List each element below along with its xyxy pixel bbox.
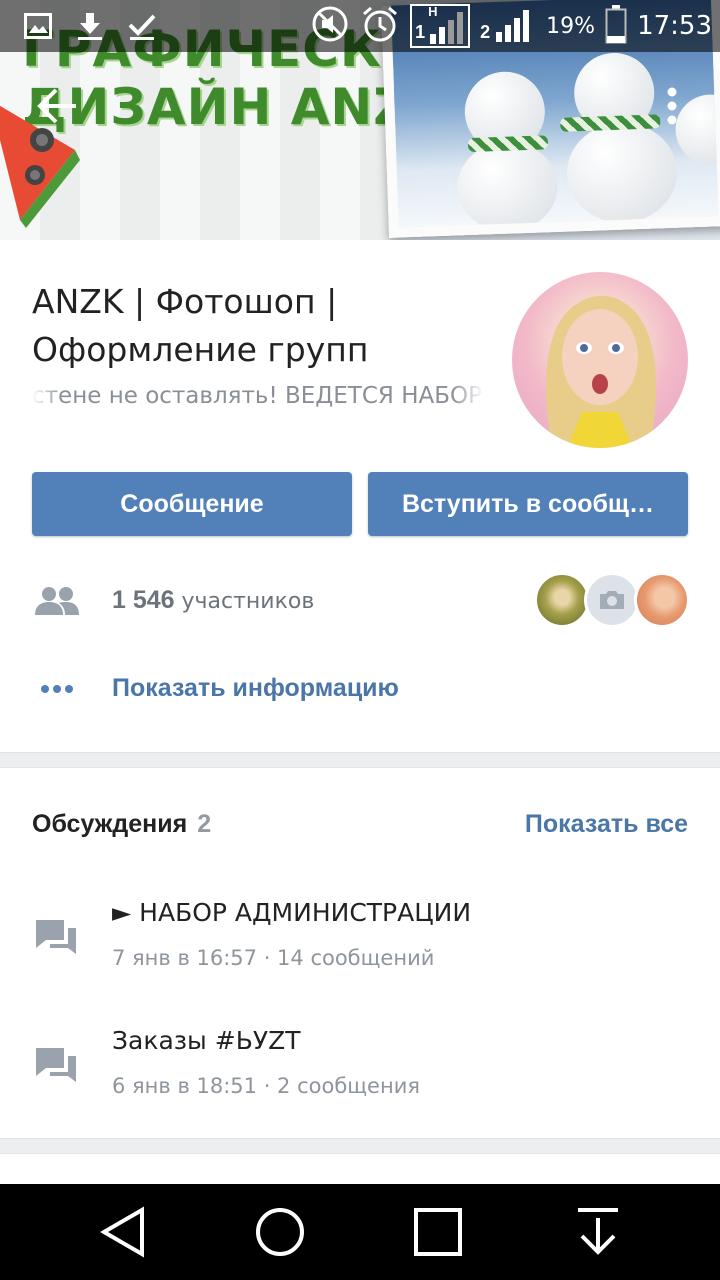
image-icon [22, 10, 54, 42]
nav-back-button[interactable] [92, 1204, 152, 1260]
more-vertical-icon [667, 87, 677, 125]
signal-icon: H 1 [410, 4, 471, 48]
camera-icon [600, 591, 624, 609]
mute-icon [310, 4, 350, 49]
member-avatar[interactable] [634, 572, 690, 628]
triangle-back-icon [100, 1206, 144, 1258]
topic-title: ► НАБОР АДМИНИСТРАЦИИ [112, 898, 472, 927]
message-button[interactable]: Сообщение [32, 472, 352, 536]
battery-percent: 19% [546, 13, 596, 39]
discussions-header: Обсуждения 2 [32, 810, 211, 839]
download-icon [74, 10, 106, 42]
show-info-row[interactable]: Показать информацию [0, 660, 720, 720]
member-avatar[interactable] [534, 572, 590, 628]
group-status: стене не оставлять! ВЕДЕТСЯ НАБОР [32, 383, 482, 409]
members-label: участников [181, 589, 315, 614]
join-community-button[interactable]: Вступить в сообщ… [368, 472, 688, 536]
battery-icon [605, 4, 627, 49]
more-horizontal-icon [41, 685, 73, 693]
show-info-link[interactable]: Показать информацию [112, 674, 399, 703]
show-all-discussions-link[interactable]: Показать все [525, 810, 688, 839]
clock: 17:53 [637, 11, 712, 41]
members-count: 1 546 [112, 586, 175, 614]
group-name: ANZK | Фотошоп | Оформление групп [32, 282, 369, 369]
nav-recents-button[interactable] [408, 1204, 468, 1260]
group-avatar[interactable] [512, 272, 688, 448]
more-menu-button[interactable] [660, 84, 684, 128]
section-divider [0, 1138, 720, 1154]
member-avatar[interactable] [584, 572, 640, 628]
members-row[interactable]: 1 546 участников [0, 566, 720, 636]
section-divider [0, 752, 720, 768]
topic-meta: 7 янв в 16:57 · 14 сообщений [112, 946, 435, 970]
system-navigation-bar [0, 1184, 720, 1280]
chat-bubbles-icon [36, 920, 76, 954]
arrow-down-icon [578, 1208, 618, 1255]
discussion-topic[interactable]: ► НАБОР АДМИНИСТРАЦИИ 7 янв в 16:57 · 14… [0, 898, 720, 998]
square-recents-icon [414, 1208, 462, 1256]
topic-meta: 6 янв в 18:51 · 2 сообщения [112, 1074, 420, 1098]
back-button[interactable] [36, 86, 80, 126]
nav-notifications-button[interactable] [568, 1204, 628, 1260]
check-icon [126, 10, 158, 42]
discussions-count: 2 [197, 810, 212, 838]
people-icon [35, 587, 79, 615]
circle-home-icon [256, 1208, 304, 1256]
discussions-title: Обсуждения [32, 810, 188, 838]
alarm-icon [360, 4, 400, 49]
status-bar: H 1 2 19% 17:53 [0, 0, 720, 52]
arrow-left-icon [37, 88, 76, 124]
chat-bubbles-icon [36, 1048, 76, 1082]
avatar-portrait-image [546, 295, 656, 448]
nav-home-button[interactable] [250, 1204, 310, 1260]
discussion-topic[interactable]: Заказы #ЬУZT 6 янв в 18:51 · 2 сообщения [0, 1026, 720, 1126]
topic-title: Заказы #ЬУZT [112, 1026, 301, 1055]
signal-icon-sim2: 2 [480, 4, 536, 48]
